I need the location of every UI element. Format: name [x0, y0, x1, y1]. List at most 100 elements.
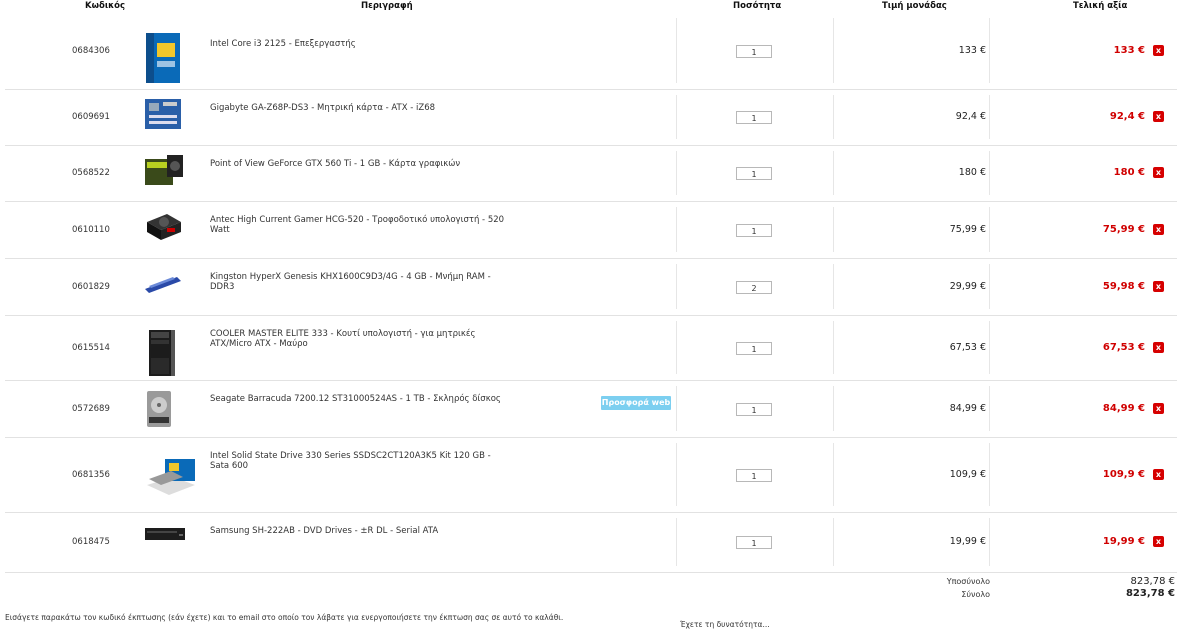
- product-description-link[interactable]: Intel Core i3 2125 - Επεξεργαστής: [210, 39, 505, 49]
- header-description: Περιγραφή: [361, 1, 413, 11]
- product-image[interactable]: [143, 389, 183, 432]
- quantity-input[interactable]: 1: [736, 44, 772, 58]
- column-divider: [676, 321, 677, 374]
- product-code: 0609691: [72, 112, 110, 122]
- remove-item-icon[interactable]: x: [1153, 111, 1164, 122]
- header-code: Κωδικός: [85, 1, 126, 11]
- product-code: 0568522: [72, 168, 110, 178]
- unit-price: 29,99 €: [949, 280, 986, 292]
- row-divider: [5, 437, 1177, 438]
- unit-price: 84,99 €: [949, 402, 986, 414]
- unit-price: 67,53 €: [949, 341, 986, 353]
- column-divider: [833, 18, 834, 83]
- product-code: 0601829: [72, 281, 110, 292]
- column-divider: [676, 18, 677, 83]
- unit-price: 75,99 €: [949, 223, 986, 235]
- total-value: 823,78 €: [1125, 588, 1175, 599]
- product-image[interactable]: [143, 31, 183, 90]
- column-divider: [676, 386, 677, 431]
- header-quantity: Ποσότητα: [733, 1, 782, 11]
- column-divider: [833, 386, 834, 431]
- row-divider: [5, 89, 1177, 90]
- product-image[interactable]: [143, 455, 195, 504]
- product-image[interactable]: [143, 153, 183, 192]
- divider: [5, 572, 1177, 573]
- product-description-link[interactable]: Kingston HyperX Genesis KHX1600C9D3/4G -…: [210, 272, 505, 292]
- line-total: 84,99 €: [1102, 402, 1145, 414]
- product-description-link[interactable]: COOLER MASTER ELITE 333 - Κουτί υπολογισ…: [210, 329, 505, 349]
- column-divider: [989, 321, 990, 374]
- unit-price: 109,9 €: [949, 468, 986, 480]
- quantity-input[interactable]: 2: [736, 280, 772, 294]
- remove-item-icon[interactable]: x: [1153, 468, 1164, 480]
- column-divider: [676, 95, 677, 139]
- line-total: 92,4 €: [1109, 111, 1145, 122]
- column-divider: [989, 386, 990, 431]
- product-description-link[interactable]: Samsung SH-222AB - DVD Drives - ±R DL - …: [210, 526, 505, 536]
- product-code: 0618475: [72, 537, 110, 547]
- remove-item-icon[interactable]: x: [1153, 341, 1164, 353]
- remove-item-icon[interactable]: x: [1153, 402, 1164, 414]
- product-image[interactable]: [143, 210, 183, 247]
- column-divider: [833, 95, 834, 139]
- product-description-link[interactable]: Seagate Barracuda 7200.12 ST31000524AS -…: [210, 394, 505, 404]
- product-image[interactable]: [143, 97, 183, 134]
- line-total: 133 €: [1113, 44, 1145, 56]
- quantity-input[interactable]: 1: [736, 341, 772, 355]
- column-divider: [676, 151, 677, 195]
- product-image[interactable]: [143, 267, 183, 300]
- remove-item-icon[interactable]: x: [1153, 223, 1164, 235]
- column-divider: [833, 151, 834, 195]
- row-divider: [5, 145, 1177, 146]
- line-total: 67,53 €: [1102, 341, 1145, 353]
- product-image[interactable]: [143, 328, 183, 381]
- info-text: Έχετε τη δυνατότητα...: [680, 620, 770, 629]
- quantity-input[interactable]: 1: [736, 111, 772, 124]
- product-description-link[interactable]: Antec High Current Gamer HCG-520 - Τροφο…: [210, 215, 505, 235]
- product-description-link[interactable]: Intel Solid State Drive 330 Series SSDSC…: [210, 451, 505, 471]
- coupon-instructions: Εισάγετε παρακάτω τον κωδικό έκπτωσης (ε…: [5, 613, 564, 622]
- quantity-input[interactable]: 1: [736, 223, 772, 237]
- column-divider: [676, 207, 677, 252]
- column-divider: [989, 151, 990, 195]
- column-divider: [989, 207, 990, 252]
- row-divider: [5, 315, 1177, 316]
- column-divider: [676, 443, 677, 506]
- remove-item-icon[interactable]: x: [1153, 536, 1164, 547]
- column-divider: [833, 443, 834, 506]
- unit-price: 180 €: [958, 167, 986, 178]
- line-total: 59,98 €: [1102, 280, 1145, 292]
- product-code: 0681356: [72, 469, 110, 480]
- unit-price: 92,4 €: [955, 111, 986, 122]
- row-divider: [5, 512, 1177, 513]
- column-divider: [989, 18, 990, 83]
- quantity-input[interactable]: 1: [736, 402, 772, 416]
- remove-item-icon[interactable]: x: [1153, 44, 1164, 56]
- line-total: 19,99 €: [1102, 536, 1145, 547]
- product-code: 0572689: [72, 403, 110, 414]
- table-header: Κωδικός Περιγραφή Ποσότητα Τιμή μονάδας …: [0, 0, 1200, 12]
- column-divider: [833, 264, 834, 309]
- row-divider: [5, 380, 1177, 381]
- column-divider: [676, 518, 677, 566]
- remove-item-icon[interactable]: x: [1153, 280, 1164, 292]
- quantity-input[interactable]: 1: [736, 167, 772, 180]
- column-divider: [676, 264, 677, 309]
- quantity-input[interactable]: 1: [736, 468, 772, 482]
- column-divider: [989, 95, 990, 139]
- header-total-value: Τελική αξία: [1073, 1, 1128, 11]
- line-total: 75,99 €: [1102, 223, 1145, 235]
- line-total: 109,9 €: [1102, 468, 1145, 480]
- column-divider: [833, 321, 834, 374]
- product-image[interactable]: [143, 522, 185, 549]
- column-divider: [833, 207, 834, 252]
- row-divider: [5, 201, 1177, 202]
- unit-price: 133 €: [958, 44, 986, 56]
- product-description-link[interactable]: Point of View GeForce GTX 560 Ti - 1 GB …: [210, 159, 505, 169]
- unit-price: 19,99 €: [949, 536, 986, 547]
- column-divider: [989, 443, 990, 506]
- product-code: 0610110: [72, 224, 110, 235]
- product-description-link[interactable]: Gigabyte GA-Z68P-DS3 - Μητρική κάρτα - A…: [210, 103, 505, 113]
- remove-item-icon[interactable]: x: [1153, 167, 1164, 178]
- quantity-input[interactable]: 1: [736, 536, 772, 549]
